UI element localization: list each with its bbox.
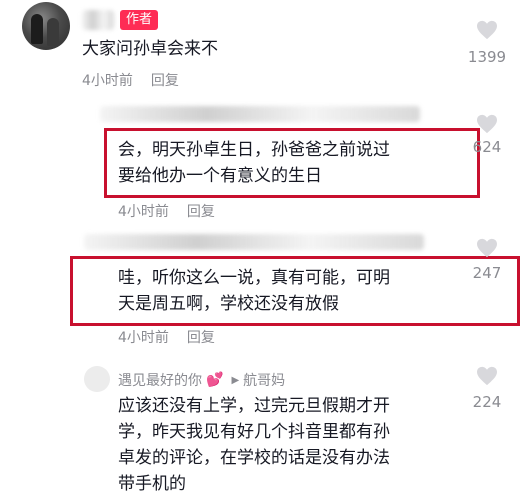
like-button[interactable] — [462, 238, 512, 258]
avatar[interactable] — [22, 2, 70, 50]
heart-emoji-icon: 💕 — [206, 372, 224, 388]
heart-icon — [477, 20, 497, 40]
comment-text-line: 哇，听你这么一说，真有可能，可明 — [118, 268, 390, 288]
comment-meta: 4小时前 回复 — [118, 327, 215, 347]
like-count: 247 — [472, 264, 502, 282]
like-button[interactable] — [462, 366, 512, 386]
comment-time: 4小时前 — [82, 73, 133, 89]
heart-icon — [477, 238, 497, 258]
reply-header: 遇见最好的你 💕 ▶ 航哥妈 — [118, 370, 285, 390]
arrow-icon: ▶ — [231, 374, 240, 386]
blurred-user-header — [100, 106, 420, 122]
comment-text: 大家问孙卓会来不 — [82, 39, 218, 59]
like-count: 624 — [472, 138, 502, 156]
reply-button[interactable]: 回复 — [187, 330, 215, 346]
like-count: 224 — [472, 393, 502, 411]
comment-time: 4小时前 — [118, 204, 169, 220]
comment-text-line: 带手机的 — [118, 474, 186, 494]
reply-button[interactable]: 回复 — [187, 204, 215, 220]
comment-text-line: 会，明天孙卓生日，孙爸爸之前说过 — [118, 140, 390, 160]
username-blurred[interactable] — [82, 10, 114, 30]
small-avatar[interactable] — [84, 366, 110, 392]
heart-icon — [477, 114, 497, 134]
like-count: 1399 — [467, 48, 507, 66]
comment-text-line: 天是周五啊，学校还没有放假 — [118, 294, 339, 314]
reply-username[interactable]: 遇见最好的你 — [118, 370, 202, 390]
comment-time: 4小时前 — [118, 330, 169, 346]
author-tag: 作者 — [120, 10, 159, 30]
heart-icon — [477, 366, 497, 386]
reply-button[interactable]: 回复 — [151, 73, 179, 89]
comment-meta: 4小时前 回复 — [118, 201, 215, 221]
comment-meta: 4小时前 回复 — [82, 70, 179, 90]
like-button[interactable] — [462, 20, 512, 40]
reply-to-username[interactable]: 航哥妈 — [243, 370, 285, 390]
blurred-user-header — [84, 234, 424, 250]
comment-text-line: 应该还没有上学，过完元旦假期才开 — [118, 396, 390, 416]
like-button[interactable] — [462, 114, 512, 134]
comment-text-line: 卓发的评论，在学校的话是没有办法 — [118, 448, 390, 468]
comment-text-line: 要给他办一个有意义的生日 — [118, 166, 322, 186]
comment-text-line: 学，昨天我见有好几个抖音里都有孙 — [118, 422, 390, 442]
